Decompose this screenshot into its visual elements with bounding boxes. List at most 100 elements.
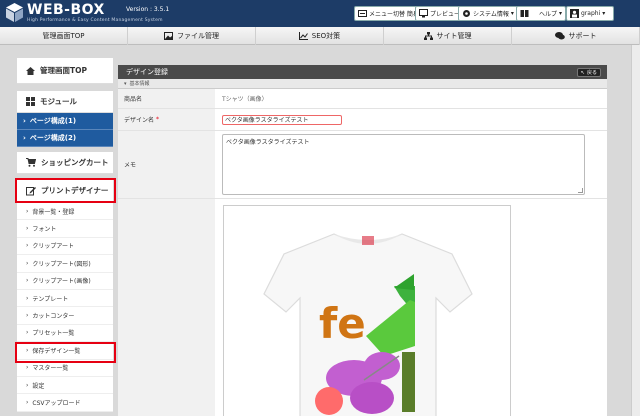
sidebar-sub-label: フォント [32, 226, 57, 234]
design-name-label-cell: デザイン名 * [118, 109, 215, 130]
nav-file-manager[interactable]: ファイル管理 [128, 27, 256, 45]
main-panel: デザイン登録 ↖ 戻る ▾ 基本情報 商品名 Tシャツ（画像） デザイン名 * … [118, 65, 607, 416]
design-name-label: デザイン名 [124, 117, 155, 124]
nav-label: SEO対策 [311, 32, 341, 40]
sidebar-item-shopping-cart[interactable]: ショッピングカート [17, 152, 113, 174]
system-info-label: システム情報 [473, 11, 509, 18]
chevron-down-icon: ▾ [510, 10, 514, 17]
highlight-saved-designs [15, 342, 116, 363]
nav-admin-top[interactable]: 管理画面TOP [0, 27, 128, 45]
sidebar-label: ページ構成(2) [29, 134, 77, 142]
design-name-value: ベクタ画像ラスタライズテスト [225, 117, 309, 124]
sidebar-subitem-clipart[interactable]: › クリップアート [17, 237, 113, 256]
nav-label: 管理画面TOP [42, 32, 85, 40]
sidebar-subitem-clipart-shape[interactable]: › クリップアート(図形) [17, 255, 113, 273]
product-value: Tシャツ（画像） [222, 96, 268, 103]
caret-down-icon: ▾ [124, 80, 127, 87]
top-bar: WEB-BOX High Performance & Easy Content … [0, 0, 640, 27]
sidebar-item-page-config-1[interactable]: › ページ構成(1) [17, 113, 113, 130]
brand-tagline: High Performance & Easy Content Manageme… [27, 18, 163, 23]
label-column-bg [118, 197, 215, 416]
chart-icon [298, 32, 308, 40]
preview-label: プレビュー [430, 11, 461, 18]
menu-switch-button[interactable]: メニュー切替 簡易 [354, 6, 423, 21]
tshirt-preview-image: fe [263, 233, 473, 416]
sidebar-submenu: › 背景一覧・登録 › フォント › クリップアート › クリップアート(図形) › クリ… [17, 203, 113, 412]
chevron-right-icon: › [26, 294, 29, 302]
sidebar-sub-label: クリップアート(図形) [32, 260, 91, 268]
row-product: 商品名 Tシャツ（画像） [118, 89, 607, 109]
monitor-icon [419, 9, 428, 18]
sitemap-icon [423, 32, 433, 40]
neck-tag [362, 236, 374, 245]
preview-button[interactable]: プレビュー [415, 6, 465, 21]
nav-support[interactable]: サポート [512, 27, 640, 45]
system-info-button[interactable]: システム情報 ▾ [458, 6, 518, 21]
chevron-right-icon: › [23, 134, 26, 142]
highlight-print-designer [15, 178, 116, 203]
nav-label: サポート [568, 32, 597, 40]
nav-label: ファイル管理 [177, 32, 219, 40]
nav-site-manager[interactable]: サイト管理 [384, 27, 512, 45]
sidebar-subitem-presets[interactable]: › プリセット一覧 [17, 324, 113, 343]
section-header: ▾ 基本情報 [118, 79, 607, 89]
sidebar-item-module[interactable]: モジュール [17, 91, 113, 113]
back-label: 戻る [586, 70, 597, 76]
chevron-right-icon: › [26, 259, 29, 267]
page-scrollbar[interactable] [631, 45, 640, 416]
sidebar-sub-label: プリセット一覧 [32, 330, 75, 338]
sidebar-label: モジュール [40, 97, 77, 106]
sidebar-subitem-background[interactable]: › 背景一覧・登録 [17, 203, 113, 221]
sidebar-label: ショッピングカート [41, 158, 109, 167]
chat-icon [554, 32, 565, 40]
memo-value: ベクタ画像ラスタライズテスト [226, 139, 310, 146]
sidebar-subitem-cut-contour[interactable]: › カットコンター [17, 307, 113, 325]
back-button[interactable]: ↖ 戻る [576, 68, 601, 77]
sidebar-sub-label: テンプレート [32, 295, 69, 303]
sidebar-subitem-clipart-image[interactable]: › クリップアート(画像) [17, 272, 113, 290]
help-button[interactable]: ヘルプ ▾ [516, 6, 567, 21]
sidebar-label: ページ構成(1) [29, 117, 77, 125]
sidebar-sub-label: 設定 [32, 382, 45, 390]
sidebar-sub-label: クリップアート [32, 243, 75, 251]
sidebar-label: 管理画面TOP [40, 66, 87, 75]
chevron-down-icon: ▾ [559, 10, 563, 17]
nav-seo[interactable]: SEO対策 [256, 27, 384, 45]
back-arrow-icon: ↖ [580, 69, 585, 76]
sidebar-item-page-config-2[interactable]: › ページ構成(2) [17, 130, 113, 147]
resize-handle[interactable] [578, 188, 583, 193]
design-name-input[interactable]: ベクタ画像ラスタライズテスト [222, 114, 342, 125]
design-text-fe: fe [319, 299, 366, 348]
chevron-right-icon: › [26, 312, 29, 320]
module-icon [26, 97, 35, 106]
user-name: graphi [581, 10, 601, 17]
sidebar-subitem-template[interactable]: › テンプレート [17, 289, 113, 308]
design-preview: fe [223, 205, 511, 416]
nav-label: サイト管理 [436, 32, 472, 40]
chevron-right-icon: › [26, 277, 29, 285]
memo-textarea[interactable]: ベクタ画像ラスタライズテスト [222, 134, 585, 195]
book-icon [520, 10, 529, 17]
version-label: Version : 3.5.1 [126, 6, 170, 13]
chevron-right-icon: › [26, 225, 29, 233]
sidebar-item-admin-top[interactable]: 管理画面TOP [17, 58, 113, 84]
home-icon [26, 66, 35, 75]
menu-switch-label: メニュー切替 簡易 [369, 11, 419, 18]
sidebar-subitem-settings[interactable]: › 設定 [17, 376, 113, 395]
sidebar-sub-label: CSVアップロード [32, 399, 81, 407]
gear-icon [463, 10, 470, 17]
memo-label: メモ [118, 131, 215, 198]
chevron-right-icon: › [26, 381, 29, 389]
chevron-right-icon: › [26, 207, 29, 215]
section-title: 基本情報 [129, 81, 150, 87]
cart-icon [26, 158, 36, 167]
sidebar-sub-label: クリップアート(画像) [32, 278, 91, 286]
chevron-right-icon: › [26, 398, 29, 406]
required-mark: * [156, 116, 160, 123]
help-label: ヘルプ [539, 11, 558, 18]
cube-logo-icon [6, 3, 23, 22]
sidebar-subitem-csv-upload[interactable]: › CSVアップロード [17, 394, 113, 412]
user-menu-button[interactable]: graphi ▾ [566, 6, 614, 21]
switch-icon [358, 10, 367, 17]
sidebar-subitem-font[interactable]: › フォント [17, 220, 113, 238]
